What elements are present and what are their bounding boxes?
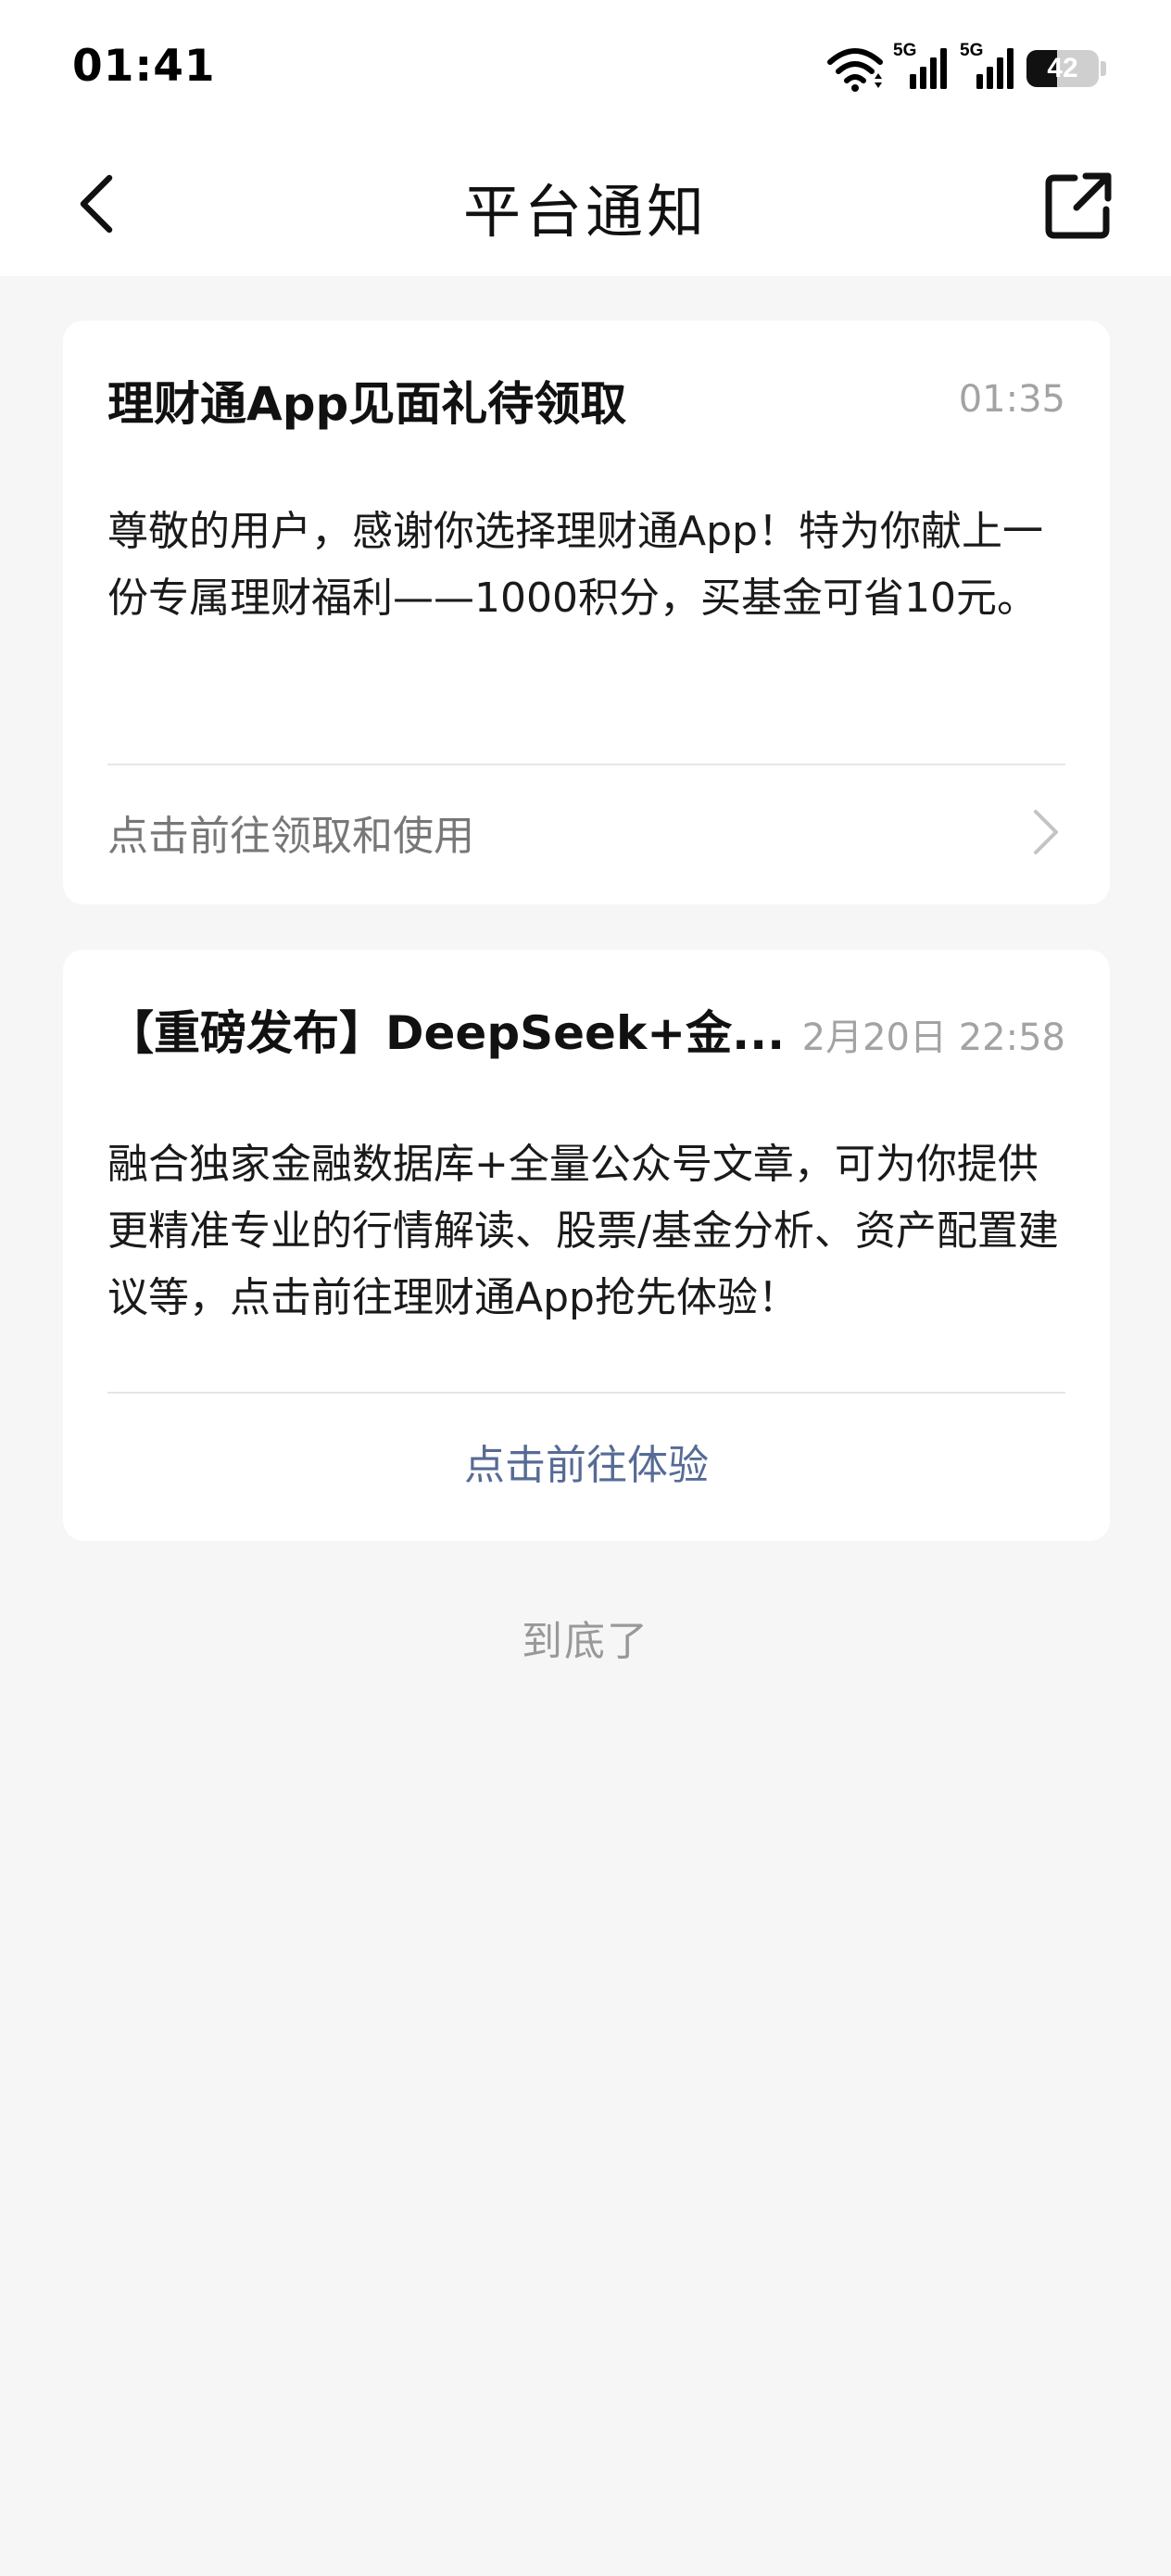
- external-link-icon[interactable]: [1041, 169, 1115, 243]
- battery-cap: [1101, 61, 1106, 76]
- status-icons: 5G 5G 42: [826, 41, 1106, 95]
- divider: [107, 764, 1065, 765]
- signal-bars-icon: [976, 48, 1014, 89]
- battery-level: 42: [1047, 53, 1078, 83]
- claim-reward-link[interactable]: 点击前往领取和使用: [107, 802, 1065, 862]
- signal-bars-icon: [910, 48, 947, 89]
- chevron-right-icon: [1034, 810, 1058, 854]
- status-bar: 01:41 5G 5G 42: [0, 0, 1171, 139]
- top-header-area: 01:41 5G 5G 42 平台通知: [0, 0, 1171, 276]
- notification-card[interactable]: 理财通App见面礼待领取 01:35 尊敬的用户，感谢你选择理财通App！特为你…: [63, 321, 1110, 904]
- navigation-bar: 平台通知: [0, 139, 1171, 269]
- notification-time: 01:35: [958, 378, 1065, 421]
- try-now-link[interactable]: 点击前往体验: [107, 1432, 1065, 1491]
- divider: [107, 1392, 1065, 1394]
- notification-title: 【重磅发布】DeepSeek+金...: [107, 1006, 786, 1060]
- notification-card[interactable]: 【重磅发布】DeepSeek+金... 2月20日 22:58 融合独家金融数据…: [63, 950, 1110, 1541]
- notification-title: 理财通App见面礼待领取: [107, 377, 627, 431]
- action-label: 点击前往领取和使用: [107, 813, 474, 860]
- cellular-signal-2: 5G: [960, 41, 1017, 91]
- notification-time: 2月20日 22:58: [801, 1017, 1065, 1059]
- wifi-icon: [827, 48, 883, 92]
- battery-icon: 42: [1026, 50, 1099, 87]
- notification-body: 尊敬的用户，感谢你选择理财通App！特为你献上一份专属理财福利——1000积分，…: [107, 508, 1043, 622]
- cellular-signal-1: 5G: [893, 41, 951, 91]
- end-of-list-text: 到底了: [522, 1618, 649, 1665]
- status-time: 01:41: [72, 41, 216, 92]
- notification-body: 融合独家金融数据库+全量公众号文章，可为你提供更精准专业的行情解读、股票/基金分…: [107, 1141, 1059, 1321]
- page-title: 平台通知: [462, 178, 708, 246]
